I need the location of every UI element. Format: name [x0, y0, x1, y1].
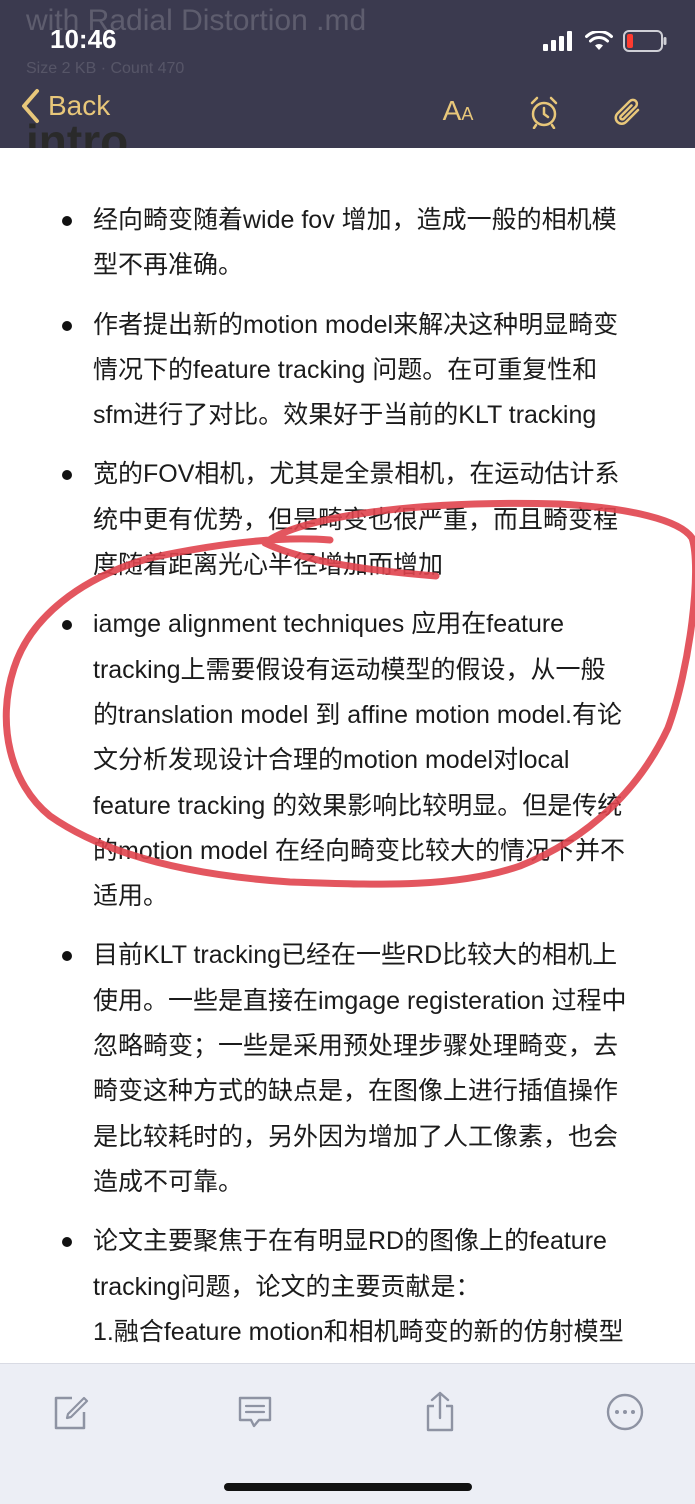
text-line: 2.在线估计RD [93, 1355, 667, 1363]
text-line: 1.融合feature motion和相机畸变的新的仿射模型 [93, 1317, 624, 1346]
text-line: 作者提出新的motion model来解决这种明显畸变 [93, 310, 619, 339]
text-line: 目前KLT tracking已经在一些RD比较大的相机上 [93, 941, 618, 970]
text-line: 统中更有优势，但是畸变也很严重，而且畸变程 [93, 505, 619, 534]
comment-icon [238, 1396, 272, 1428]
text-line: 使用。一些是直接在imgage registeration 过程中 [93, 986, 627, 1015]
document-meta: Size 2 KB · Count 470 [26, 60, 185, 77]
share-button[interactable] [418, 1390, 462, 1434]
back-label: Back [48, 90, 111, 121]
font-size-icon: AA [442, 94, 474, 126]
text-line: 论文主要聚焦于在有明显RD的图像上的feature [93, 1227, 607, 1256]
note-body[interactable]: 经向畸变随着wide fov 增加，造成一般的相机模 型不再准确。作者提出新的mo… [0, 148, 695, 1363]
text-line: 造成不可靠。 [93, 1167, 244, 1196]
text-line: 经向畸变随着wide fov 增加，造成一般的相机模 [93, 206, 617, 234]
list-item: 目前KLT tracking已经在一些RD比较大的相机上 使用。一些是直接在img… [0, 933, 695, 1205]
text-line: 度随着距离光心半径增加而增加 [93, 551, 444, 580]
text-line: sfm进行了对比。效果好于当前的KLT tracking [93, 401, 597, 430]
list-item: 宽的FOV相机，尤其是全景相机，在运动估计系 统中更有优势，但是畸变也很严重，而且… [0, 452, 695, 588]
text-line: 忽略畸变；一些是采用预处理步骤处理畸变，去 [93, 1032, 619, 1061]
text-line: iamge alignment techniques 应用在feature [93, 610, 565, 639]
more-icon [606, 1393, 644, 1431]
text-line: 文分析发现设计合理的motion model对local [93, 746, 570, 775]
list-item: 论文主要聚焦于在有明显RD的图像上的feature tracking问题，论文的主… [0, 1219, 695, 1363]
text-line: 情况下的feature tracking 问题。在可重复性和 [93, 355, 598, 384]
compose-button[interactable] [48, 1390, 92, 1434]
font-size-button[interactable]: AA [438, 92, 478, 132]
text-line: 型不再准确。 [93, 251, 244, 280]
reminder-button[interactable] [524, 92, 564, 132]
chevron-left-icon [22, 89, 39, 123]
alarm-icon [530, 96, 558, 129]
back-button[interactable]: Back [20, 88, 110, 124]
text-line: 适用。 [93, 882, 169, 911]
status-icons [543, 28, 667, 54]
attach-button[interactable] [608, 92, 648, 132]
compose-icon [54, 1396, 89, 1430]
home-indicator [224, 1483, 472, 1491]
text-line: tracking上需要假设有运动模型的假设，从一般 [93, 655, 606, 684]
text-line: 是比较耗时的，另外因为增加了人工像素，也会 [93, 1122, 619, 1151]
text-line: tracking问题，论文的主要贡献是： [93, 1272, 481, 1301]
status-time: 10:46 [50, 24, 117, 54]
nav-header: with Radial Distortion .md Size 2 KB · C… [0, 0, 695, 148]
bottom-toolbar [0, 1363, 695, 1504]
text-line: 的translation model 到 affine motion model… [93, 700, 622, 729]
paperclip-icon [614, 98, 640, 125]
text-line: 的motion model 在经向畸变比较大的情况下并不 [93, 836, 626, 865]
more-button[interactable] [603, 1390, 647, 1434]
wifi-icon [585, 31, 613, 50]
text-line: 宽的FOV相机，尤其是全景相机，在运动估计系 [93, 460, 620, 489]
comment-button[interactable] [233, 1390, 277, 1434]
list-item: 经向畸变随着wide fov 增加，造成一般的相机模 型不再准确。 [0, 198, 695, 289]
cellular-signal-icon [543, 31, 572, 51]
bullet-list: 经向畸变随着wide fov 增加，造成一般的相机模 型不再准确。作者提出新的mo… [0, 198, 695, 1363]
share-icon [426, 1391, 454, 1432]
text-line: 畸变这种方式的缺点是，在图像上进行插值操作 [93, 1077, 619, 1106]
text-line: feature tracking 的效果影响比较明显。但是传统 [93, 791, 623, 820]
list-item: 作者提出新的motion model来解决这种明显畸变 情况下的feature t… [0, 303, 695, 439]
battery-low-icon [623, 30, 667, 52]
list-item: iamge alignment techniques 应用在feature tra… [0, 602, 695, 919]
